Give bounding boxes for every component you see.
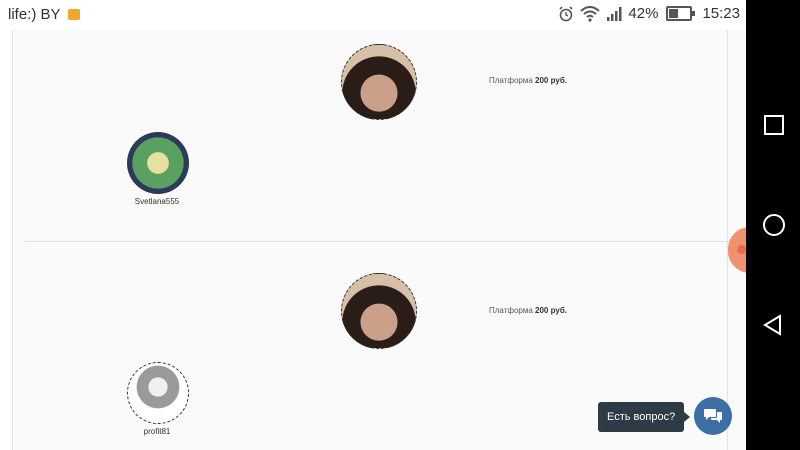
user-avatar[interactable]: [127, 362, 189, 424]
seller-avatar[interactable]: [341, 44, 417, 120]
username[interactable]: profit81: [117, 427, 197, 436]
price-info: Платформа 200 руб.: [489, 306, 567, 315]
clock: 15:23: [702, 5, 740, 22]
card-divider: [25, 241, 731, 242]
signal-icon: [607, 6, 622, 21]
price-label: Платформа: [489, 306, 533, 315]
price-label: Платформа: [489, 76, 533, 85]
listing-card: Платформа 200 руб. Svetlana555: [13, 30, 747, 242]
status-bar: life:) BY 42% 15:23: [0, 0, 746, 30]
price-value: 200 руб.: [535, 76, 567, 85]
price-info: Платформа 200 руб.: [489, 76, 567, 85]
home-button[interactable]: [763, 214, 785, 236]
carrier-name: life:) BY: [8, 6, 61, 23]
battery-percent: 42%: [628, 5, 659, 22]
notification-icon: [68, 9, 80, 20]
seller-avatar[interactable]: [341, 273, 417, 349]
alarm-icon: [559, 5, 573, 21]
battery-icon: [666, 6, 696, 21]
content-border: [727, 30, 728, 450]
chat-button[interactable]: [694, 397, 732, 435]
wifi-icon: [580, 5, 601, 22]
chat-bubbles-icon: [704, 409, 722, 423]
status-icons: 42% 15:23: [558, 5, 740, 22]
username[interactable]: Svetlana555: [117, 197, 197, 206]
chat-tooltip[interactable]: Есть вопрос?: [598, 402, 691, 432]
recent-apps-button[interactable]: [764, 115, 784, 135]
price-value: 200 руб.: [535, 306, 567, 315]
content-area: Платформа 200 руб. Svetlana555 Платформа…: [12, 30, 747, 450]
user-avatar[interactable]: [127, 132, 189, 194]
navigation-bar: [746, 0, 800, 450]
back-button[interactable]: [762, 314, 784, 336]
